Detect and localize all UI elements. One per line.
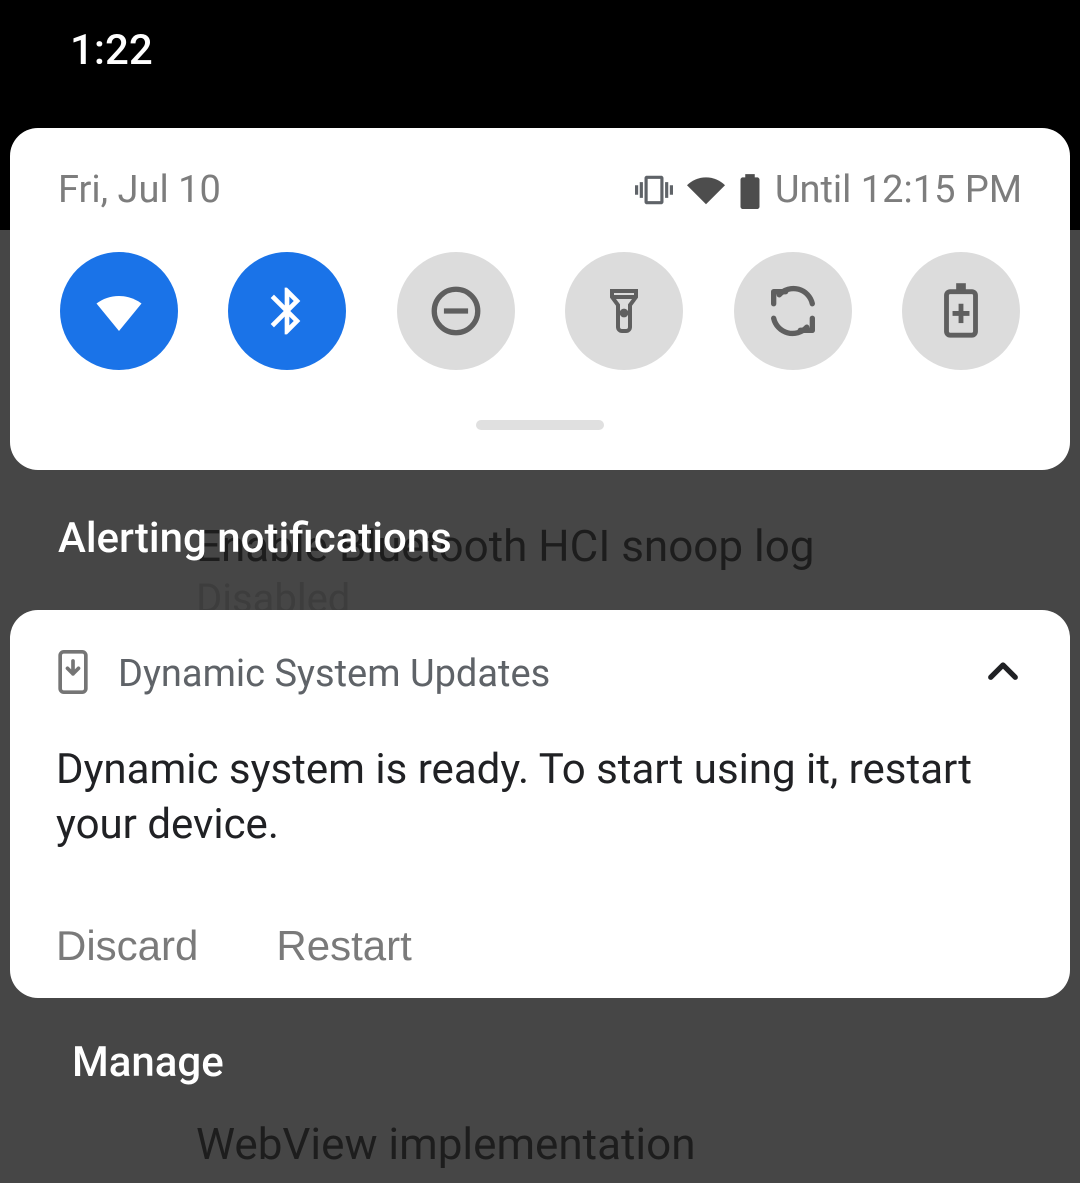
autorotate-icon: [764, 282, 822, 340]
discard-button[interactable]: Discard: [56, 922, 198, 970]
qs-tile-flashlight[interactable]: [565, 252, 683, 370]
battery-saver-icon: [941, 282, 981, 340]
battery-status-icon: [739, 171, 761, 209]
status-bar: 1:22: [0, 0, 1080, 100]
collapse-icon[interactable]: [982, 651, 1024, 697]
flashlight-icon: [600, 282, 648, 340]
alerting-section-label: Alerting notifications: [58, 514, 452, 563]
notification-card[interactable]: Dynamic System Updates Dynamic system is…: [10, 610, 1070, 998]
qs-date: Fri, Jul 10: [58, 168, 221, 212]
bg-setting-item: WebView implementation: [196, 1118, 696, 1170]
qs-drag-handle[interactable]: [476, 420, 604, 430]
wifi-status-icon: [687, 171, 725, 209]
qs-tiles-row: [58, 252, 1022, 370]
system-update-icon: [56, 650, 90, 698]
qs-alarm-text: Until 12:15 PM: [775, 168, 1022, 212]
status-time: 1:22: [70, 26, 153, 75]
qs-tile-autorotate[interactable]: [734, 252, 852, 370]
vibrate-icon: [635, 171, 673, 209]
dnd-icon: [427, 282, 485, 340]
qs-tile-dnd[interactable]: [397, 252, 515, 370]
notification-body: Dynamic system is ready. To start using …: [56, 743, 1024, 852]
restart-button[interactable]: Restart: [276, 922, 411, 970]
qs-tile-wifi[interactable]: [60, 252, 178, 370]
manage-button[interactable]: Manage: [72, 1038, 224, 1087]
qs-tile-bluetooth[interactable]: [228, 252, 346, 370]
bluetooth-icon: [259, 283, 315, 339]
qs-tile-battery-saver[interactable]: [902, 252, 1020, 370]
quick-settings-panel[interactable]: Fri, Jul 10 Until 12:15 PM: [10, 128, 1070, 470]
wifi-icon: [89, 281, 149, 341]
notification-app-name: Dynamic System Updates: [118, 652, 954, 696]
